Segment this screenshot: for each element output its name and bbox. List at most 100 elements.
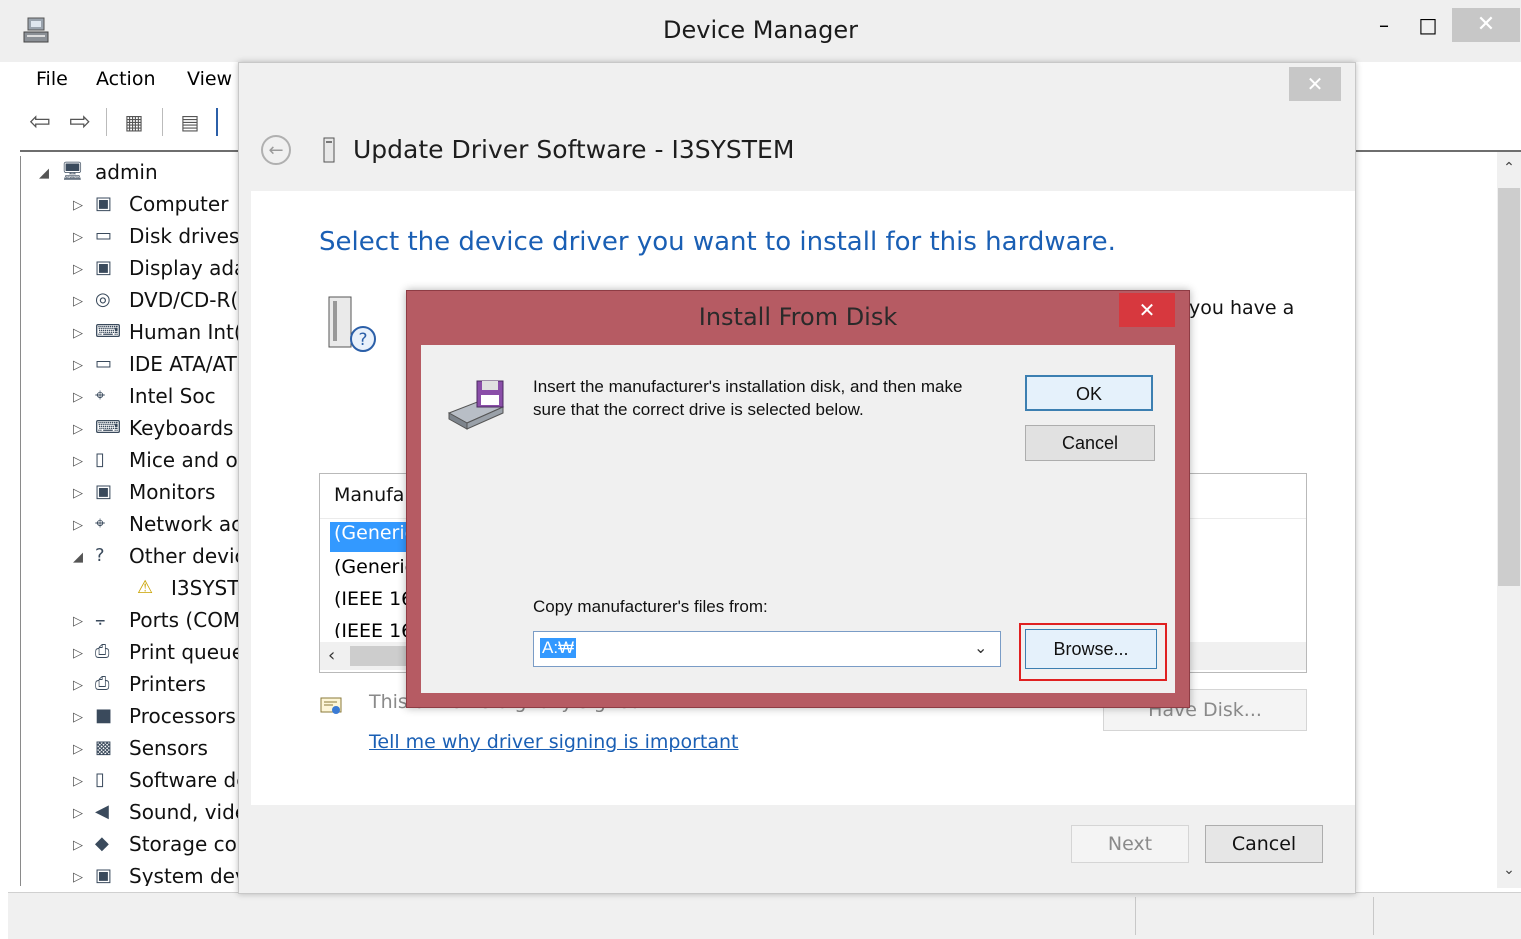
help-sheet-icon[interactable]: ▤ [174,106,206,138]
collapsed-arrow-icon[interactable]: ▷ [73,742,83,757]
collapsed-arrow-icon[interactable]: ▷ [73,678,83,693]
collapsed-arrow-icon[interactable]: ▷ [73,774,83,789]
collapsed-arrow-icon[interactable]: ▷ [73,486,83,501]
status-bar [8,892,1521,939]
ok-button[interactable]: OK [1025,375,1153,411]
back-arrow-icon[interactable]: ← [261,135,291,165]
collapsed-arrow-icon[interactable]: ▷ [73,838,83,853]
dvd-drive-icon: ◎ [95,289,111,310]
network-icon: ⌖ [95,513,106,534]
collapsed-arrow-icon[interactable]: ▷ [73,390,83,405]
tree-item-label: DVD/CD-R( [129,288,239,312]
floppy-drive-icon [447,380,505,430]
hid-icon: ⌨ [95,321,121,342]
minimize-button[interactable]: – [1364,8,1404,42]
status-separator [1135,897,1136,935]
collapsed-arrow-icon[interactable]: ▷ [73,198,83,213]
monitor-icon: ▣ [95,193,113,214]
printer-icon: ⎙ [95,641,110,662]
collapsed-arrow-icon[interactable]: ▷ [73,262,83,277]
back-arrow-icon[interactable]: ⇦ [24,106,56,138]
unknown-device-icon: ? [95,545,105,566]
collapsed-arrow-icon[interactable]: ▷ [73,806,83,821]
keyboard-icon: ⌨ [95,417,121,438]
tree-item-label: Monitors [129,480,216,504]
source-path-combobox[interactable]: A:₩ ⌄ [533,631,1001,667]
tree-item-label: Other devic [129,544,246,568]
tree-item-label: Sound, vide [129,800,248,824]
collapsed-arrow-icon[interactable]: ▷ [73,358,83,373]
dialog-close-button[interactable]: ✕ [1119,293,1175,327]
storage-controller-icon: ◆ [95,833,109,854]
collapsed-arrow-icon[interactable]: ▷ [73,230,83,245]
tree-item-label: Ports (COM [129,608,241,632]
expanded-arrow-icon[interactable]: ◢ [39,166,49,181]
maximize-button[interactable]: □ [1408,8,1448,42]
next-button[interactable]: Next [1071,825,1189,863]
wizard-instruction-text: you have a [1189,297,1295,319]
close-button[interactable]: ✕ [1452,8,1520,42]
collapsed-arrow-icon[interactable]: ▷ [73,518,83,533]
forward-arrow-icon[interactable]: ⇨ [64,106,96,138]
tree-item-label: IDE ATA/AT [129,352,237,376]
collapsed-arrow-icon[interactable]: ▷ [73,870,83,885]
list-item[interactable]: (IEEE 16 [330,620,413,638]
dialog-message: Insert the manufacturer's installation d… [533,377,963,419]
properties-icon[interactable]: ▦ [118,106,150,138]
wizard-heading: Select the device driver you want to ins… [319,227,1116,257]
list-header-label[interactable]: Manufa [334,484,404,506]
toolbar-separator [162,108,163,136]
browse-button[interactable]: Browse... [1025,629,1157,669]
toolbar-separator [216,108,218,136]
scrollbar-thumb[interactable] [1498,188,1520,586]
toolbar-separator [106,108,107,136]
computer-icon: 🖥 [61,161,84,182]
monitor-icon: ▣ [95,865,113,886]
network-icon: ⌖ [95,385,106,406]
tree-item-label: Software de [129,768,249,792]
scroll-up-arrow-icon[interactable]: ⌃ [1497,160,1521,176]
expanded-arrow-icon[interactable]: ◢ [73,550,83,565]
disk-drive-icon: ▭ [95,225,113,246]
collapsed-arrow-icon[interactable]: ▷ [73,454,83,469]
device-tower-icon [323,137,335,163]
speaker-icon: ◀ [95,801,109,822]
collapsed-arrow-icon[interactable]: ▷ [73,614,83,629]
install-from-disk-dialog: Install From Disk ✕ Insert the manufactu… [406,290,1190,708]
collapsed-arrow-icon[interactable]: ▷ [73,326,83,341]
menu-action[interactable]: Action [96,68,156,90]
tree-item-label: Print queue [129,640,245,664]
driver-signing-link[interactable]: Tell me why driver signing is important [369,731,739,753]
list-item[interactable]: (Generic [330,556,415,586]
certificate-icon [320,697,342,714]
tree-item-label: Intel Soc [129,384,216,408]
collapsed-arrow-icon[interactable]: ▷ [73,294,83,309]
tree-item-label: Human Int( [129,320,242,344]
collapsed-arrow-icon[interactable]: ▷ [73,646,83,661]
tree-item-label: Keyboards [129,416,234,440]
sensor-icon: ▩ [95,737,113,758]
dialog-cancel-button[interactable]: Cancel [1025,425,1155,461]
wizard-cancel-button[interactable]: Cancel [1205,825,1323,863]
source-path-value[interactable]: A:₩ [540,638,577,658]
menu-view[interactable]: View [187,68,232,90]
svg-text:?: ? [358,330,367,350]
unknown-device-icon: ? [328,296,376,352]
tree-item-label: Storage cor [129,832,246,856]
monitor-icon: ▣ [95,481,113,502]
list-item[interactable]: (IEEE 16 [330,588,413,618]
window-title: Device Manager [663,16,858,44]
collapsed-arrow-icon[interactable]: ▷ [73,422,83,437]
scroll-down-arrow-icon[interactable]: ⌄ [1497,862,1521,878]
collapsed-arrow-icon[interactable]: ▷ [73,710,83,725]
wizard-close-button[interactable]: ✕ [1289,67,1341,101]
warning-device-icon: ⚠ [137,577,154,598]
ide-controller-icon: ▭ [95,353,113,374]
printer-icon: ⎙ [95,673,110,694]
status-separator [1373,897,1374,935]
menu-file[interactable]: File [36,68,68,90]
tree-item-label: admin [95,160,158,184]
chevron-down-icon[interactable]: ⌄ [974,638,987,657]
tree-item-label: Mice and o [129,448,238,472]
scroll-left-arrow-icon[interactable]: ‹ [328,645,335,666]
